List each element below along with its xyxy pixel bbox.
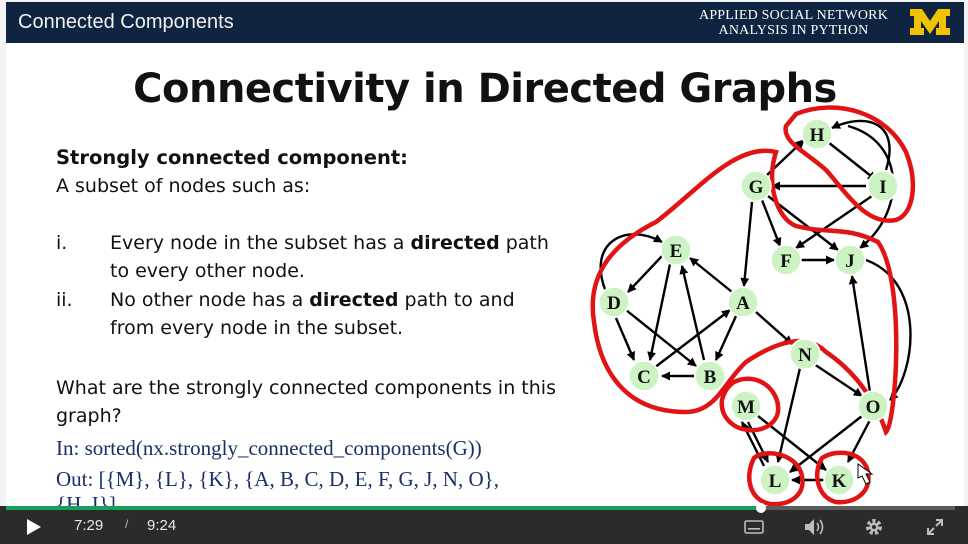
progress-fill [6,506,762,510]
edge-d-e-curve [599,233,663,293]
university-logo-icon [910,9,950,35]
node-l-label: L [769,471,782,492]
course-title: Connected Components [18,11,234,33]
edge-e-c [647,263,672,361]
video-controls: 7:29 / 9:24 [0,506,968,544]
node-d-label: D [607,293,621,314]
node-i-label: I [879,177,886,198]
settings-icon[interactable] [864,517,884,537]
node-b-label: B [704,367,717,388]
item-1-text: Every node in the subset has a directed … [110,232,549,282]
volume-icon[interactable] [804,518,826,536]
node-m-label: M [737,397,755,418]
item-2-text: No other node has a directed path to and… [110,289,515,339]
edge-a-n [755,311,793,345]
slide-header: Connected Components APPLIED SOCIAL NETW… [6,2,964,43]
duration: 9:24 [147,517,177,534]
brand-line-1: APPLIED SOCIAL NETWORK [699,8,888,23]
node-k-label: K [832,471,847,492]
code-input: In: sorted(nx.strongly_connected_compone… [56,436,482,460]
node-n-label: N [798,345,812,366]
fullscreen-icon[interactable] [926,518,944,536]
node-f-label: F [780,251,792,272]
edge-c-a [653,309,731,369]
directed-graph: H I G F J E D A N C B M O L K [590,105,916,507]
edge-d-c [614,317,636,361]
edge-a-e [689,257,733,293]
edge-o-l [789,415,863,473]
edge-h-i [827,141,877,181]
edge-g-a [740,201,754,287]
video-frame: Connected Components APPLIED SOCIAL NETW… [0,0,968,544]
node-e-label: E [670,241,683,262]
edge-d-b [625,309,697,367]
time-separator: / [125,517,129,531]
code-output: Out: [{M}, {L}, {K}, {A, B, C, D, E, F, … [56,467,499,491]
node-c-label: C [637,367,651,388]
scc-label: Strongly connected component: [56,146,408,169]
brand-line-2: ANALYSIS IN PYTHON [718,23,869,38]
question-text: What are the strongly connected componen… [56,377,556,427]
scc-definition: A subset of nodes such as: [56,175,311,197]
graph-nodes: H I G F J E D A N C B M O L K [598,118,899,496]
node-h-label: H [810,125,825,146]
play-icon[interactable] [26,518,42,536]
edge-j-o-curve [865,258,912,401]
node-a-label: A [736,293,750,314]
edge-e-d [627,255,663,293]
node-g-label: G [749,177,764,198]
progress-bar[interactable] [6,503,955,513]
edge-b-e [679,265,706,361]
item-2-number: ii. [56,289,73,311]
node-o-label: O [866,397,881,418]
captions-icon[interactable] [744,520,764,534]
course-brand: APPLIED SOCIAL NETWORK ANALYSIS IN PYTHO… [699,8,888,38]
node-j-label: J [845,251,855,272]
current-time: 7:29 [74,517,104,534]
edge-i-f [795,195,873,249]
item-1-number: i. [56,232,68,254]
slide: Connected Components APPLIED SOCIAL NETW… [6,2,964,516]
edge-a-b [714,315,738,361]
